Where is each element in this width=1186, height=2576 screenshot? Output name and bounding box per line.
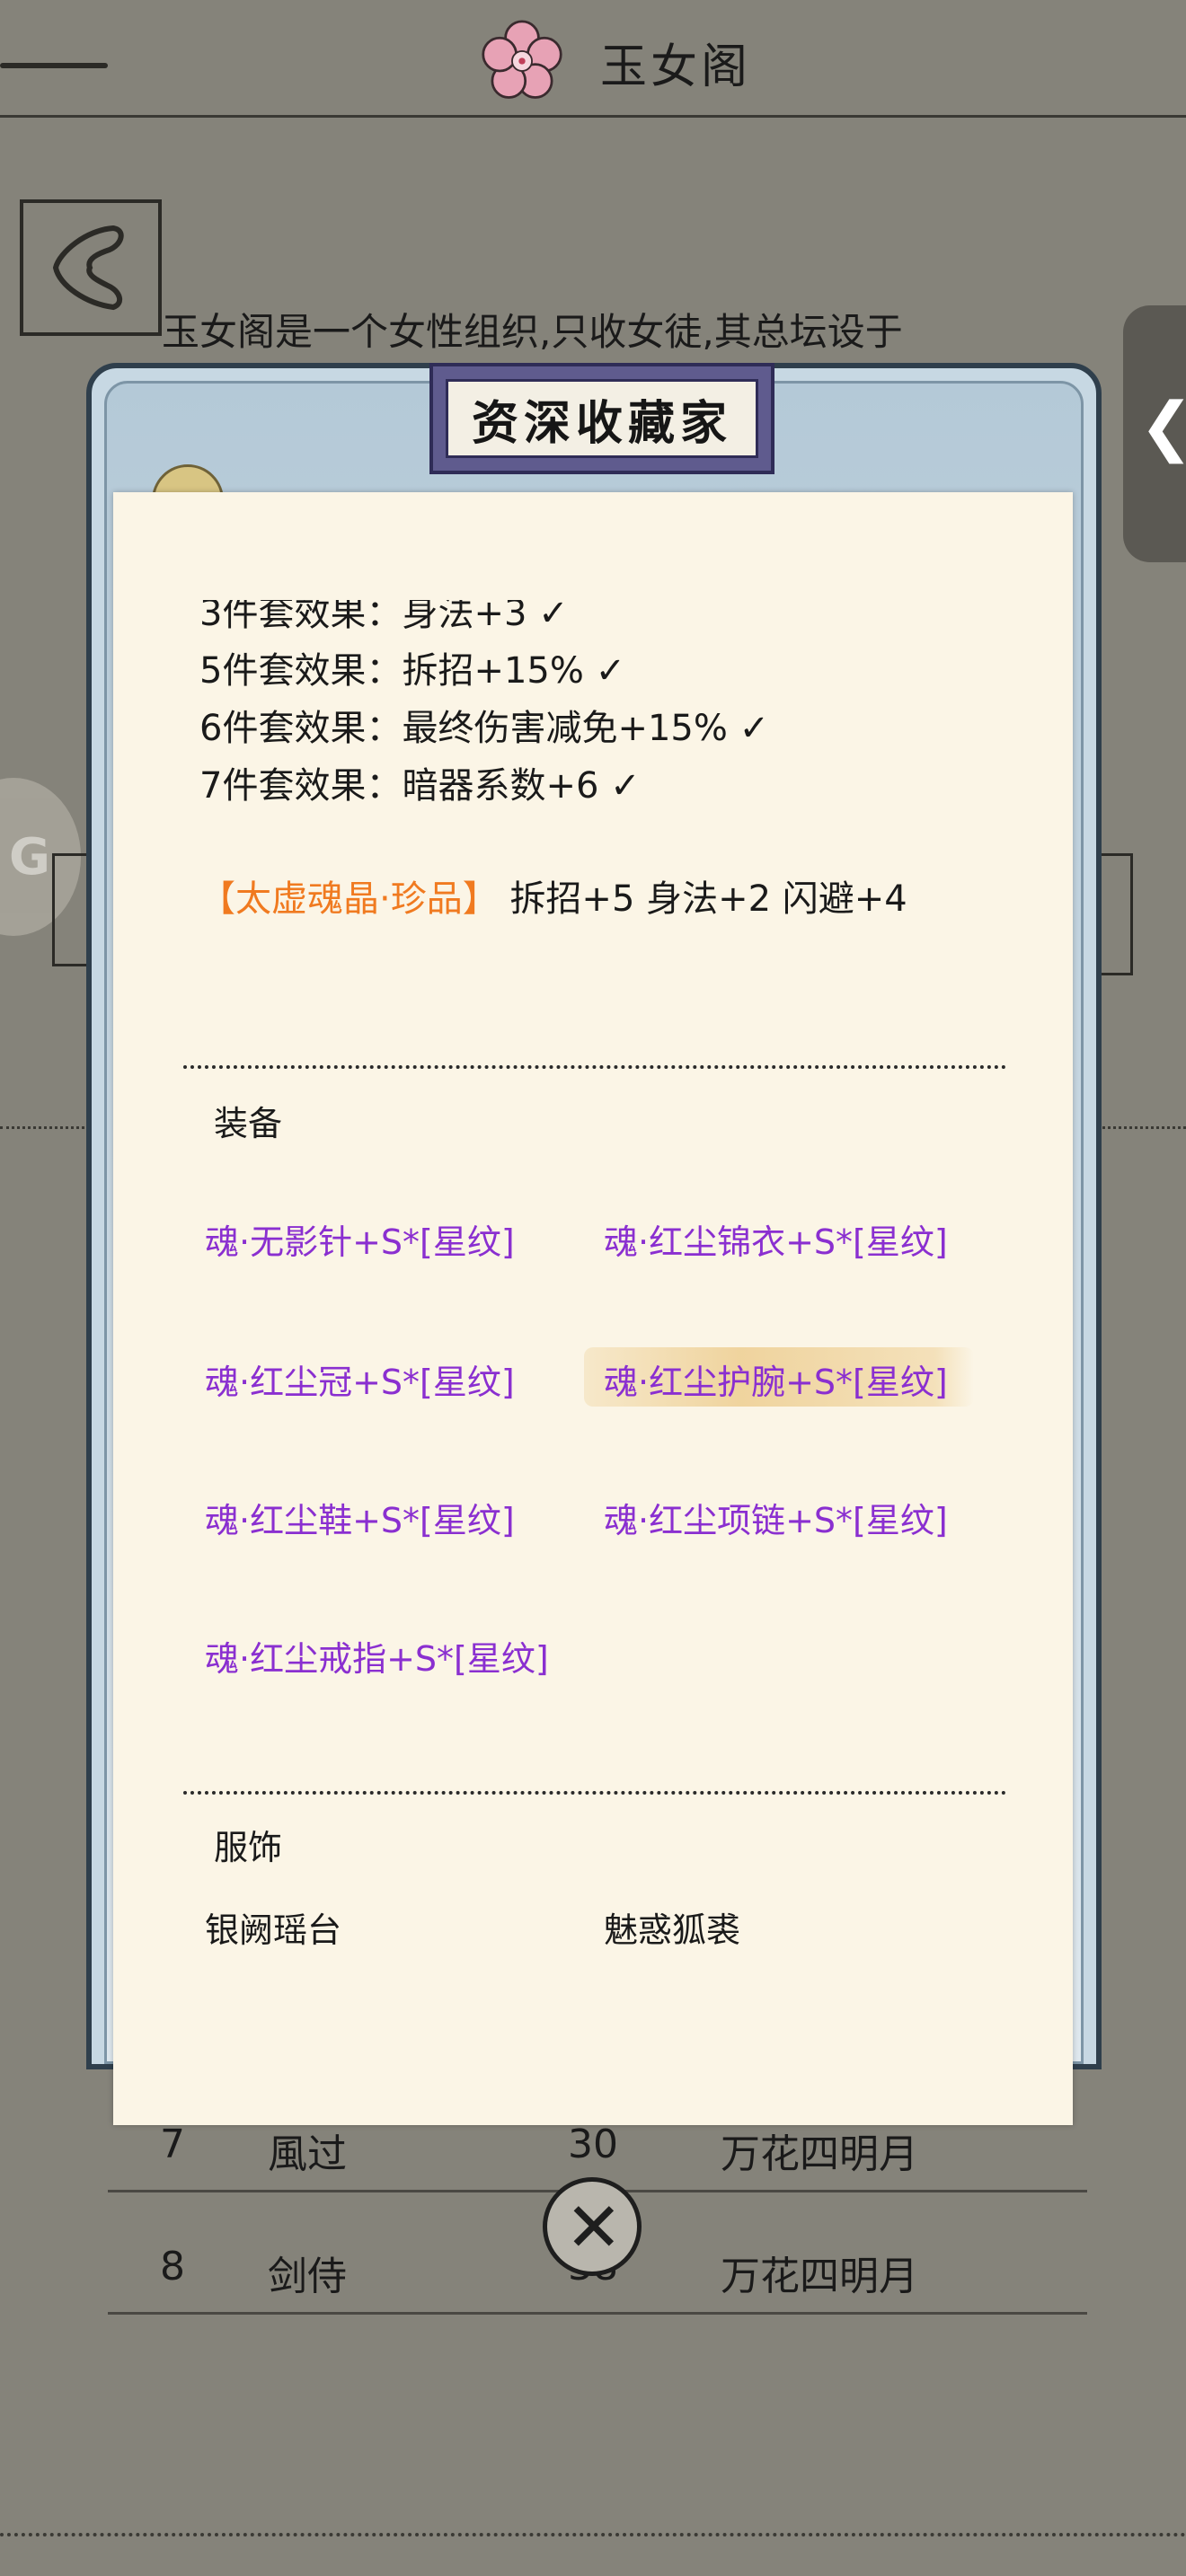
chevron-left-icon: ❮ <box>1139 388 1186 463</box>
equipment-item[interactable]: 魂·红尘鞋+S*[星纹] <box>205 1493 515 1542</box>
dotted-divider <box>1098 1126 1186 1129</box>
header-divider <box>0 115 1186 118</box>
name-cell: 剑侍 <box>268 2254 347 2299</box>
equipment-item[interactable]: 魂·红尘项链+S*[星纹] <box>604 1493 948 1542</box>
server-cell: 万花四明月 <box>721 2131 918 2177</box>
title-banner: 资深收藏家 <box>429 363 774 474</box>
rank-cell: 8 <box>160 2244 185 2289</box>
close-button[interactable]: ✕ <box>543 2177 642 2276</box>
level-cell: 30 <box>568 2122 618 2167</box>
equipment-item[interactable]: 魂·红尘护腕+S*[星纹] <box>604 1354 948 1404</box>
plum-blossom-icon <box>482 20 562 99</box>
equipment-section-label: 装备 <box>214 1104 283 1143</box>
brush-stroke <box>0 63 108 68</box>
equipment-item[interactable]: 魂·红尘锦衣+S*[星纹] <box>604 1214 948 1264</box>
name-cell: 風过 <box>268 2131 347 2177</box>
page-title: 玉女阁 <box>600 40 752 94</box>
close-icon: ✕ <box>565 2187 623 2267</box>
set-effect-5: 5件套效果：拆招+15% ✓ <box>199 650 626 692</box>
back-arrow-icon <box>52 225 124 311</box>
side-drawer-tab[interactable]: ❮ <box>1123 305 1186 562</box>
dotted-divider <box>0 1126 90 1129</box>
intro-text: 玉女阁是一个女性组织,只收女徒,其总坛设于 <box>162 310 903 354</box>
rank-cell: 7 <box>160 2122 185 2167</box>
top-bar: 玉女阁 <box>0 0 1186 126</box>
set-effect-6: 6件套效果：最终伤害减免+15% ✓ <box>199 708 770 749</box>
gem-name: 【太虚魂晶·珍品】 <box>199 878 499 920</box>
costume-item[interactable]: 银阙瑶台 <box>205 1902 341 1952</box>
set-effect-7: 7件套效果：暗器系数+6 ✓ <box>199 765 641 807</box>
dotted-divider <box>183 1791 1006 1795</box>
dotted-divider <box>0 2533 1186 2536</box>
badge-icon: G <box>9 828 50 887</box>
back-button[interactable] <box>20 199 162 336</box>
costume-item[interactable]: 魅惑狐裘 <box>604 1902 740 1952</box>
costume-section-label: 服饰 <box>214 1828 283 1867</box>
title-banner-inner: 资深收藏家 <box>446 379 758 458</box>
equipment-item[interactable]: 魂·无影针+S*[星纹] <box>205 1214 515 1264</box>
equipment-item[interactable]: 魂·红尘戒指+S*[星纹] <box>205 1631 549 1681</box>
set-effect-partial: 3件套效果：身法+3 ✓ <box>199 593 569 634</box>
dotted-divider <box>183 1065 1006 1069</box>
server-cell: 万花四明月 <box>721 2254 918 2299</box>
equipment-item[interactable]: 魂·红尘冠+S*[星纹] <box>205 1354 515 1404</box>
row-divider <box>108 2312 1087 2315</box>
detail-paper[interactable]: 3件套效果：身法+3 ✓ 5件套效果：拆招+15% ✓ 6件套效果：最终伤害减免… <box>113 492 1073 2125</box>
gem-stats: 拆招+5 身法+2 闪避+4 <box>509 878 907 920</box>
gem-line: 【太虚魂晶·珍品】 拆招+5 身法+2 闪避+4 <box>199 869 907 922</box>
banner-title: 资深收藏家 <box>471 395 732 451</box>
